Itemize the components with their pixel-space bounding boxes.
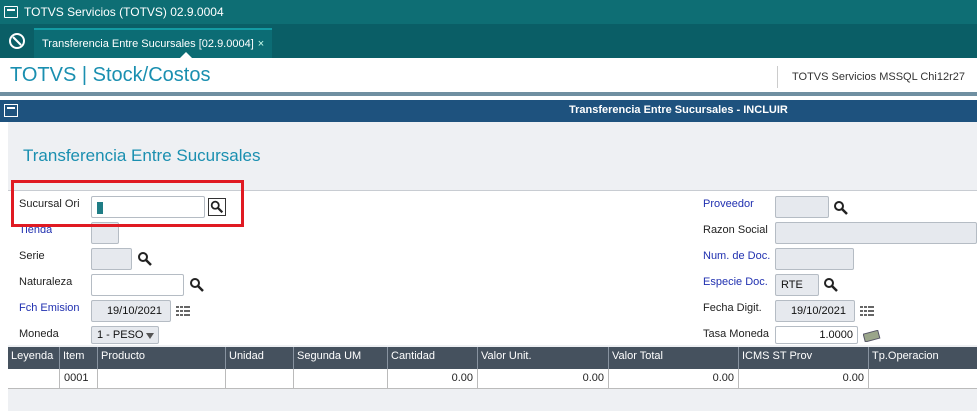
serie-input[interactable] — [91, 248, 132, 270]
server-info: TOTVS Servicios MSSQL Chi12r27 — [777, 66, 977, 88]
cell-segunda-um[interactable] — [294, 369, 388, 389]
table-row[interactable]: 0001 0.00 0.00 0.00 0.00 — [8, 369, 977, 389]
tasa-moneda-label: Tasa Moneda — [703, 328, 770, 340]
col-valor-unit[interactable]: Valor Unit. — [478, 347, 609, 369]
fch-emision-label: Fch Emision — [19, 302, 80, 314]
especie-doc-input[interactable]: RTE — [775, 274, 819, 296]
tab-bar: Transferencia Entre Sucursales [02.9.000… — [0, 24, 977, 58]
proveedor-search-icon[interactable] — [833, 200, 849, 216]
module-header: TOTVS | Stock/Costos TOTVS Servicios MSS… — [0, 58, 977, 96]
close-tab-icon[interactable]: × — [258, 38, 264, 50]
cell-icms-st-prov[interactable]: 0.00 — [739, 369, 869, 389]
serie-search-icon[interactable] — [137, 251, 153, 267]
serie-label: Serie — [19, 250, 45, 262]
razon-social-label: Razon Social — [703, 224, 768, 236]
col-tp-operacion[interactable]: Tp.Operacion — [869, 347, 977, 369]
fecha-digit-label: Fecha Digit. — [703, 302, 762, 314]
tasa-moneda-input[interactable]: 1.0000 — [775, 326, 858, 344]
highlight-box — [11, 180, 244, 227]
cell-leyenda — [8, 369, 60, 389]
col-leyenda[interactable]: Leyenda — [8, 347, 60, 369]
cell-tp-operacion[interactable] — [869, 369, 977, 389]
cell-producto[interactable] — [98, 369, 226, 389]
cell-valor-unit[interactable]: 0.00 — [478, 369, 609, 389]
title-bar: TOTVS Servicios (TOTVS) 02.9.0004 — [0, 0, 977, 24]
cell-item: 0001 — [60, 369, 98, 389]
cell-valor-total[interactable]: 0.00 — [609, 369, 739, 389]
fecha-digit-calendar-icon[interactable] — [860, 306, 874, 318]
especie-doc-label: Especie Doc. — [703, 276, 768, 288]
col-segunda-um[interactable]: Segunda UM — [294, 347, 388, 369]
cell-unidad[interactable] — [226, 369, 294, 389]
naturaleza-search-icon[interactable] — [189, 277, 205, 293]
col-producto[interactable]: Producto — [98, 347, 226, 369]
razon-social-input[interactable] — [775, 222, 977, 244]
naturaleza-input[interactable] — [91, 274, 184, 296]
naturaleza-label: Naturaleza — [19, 276, 73, 288]
cell-cantidad[interactable]: 0.00 — [388, 369, 478, 389]
form-window-title: Transferencia Entre Sucursales - INCLUIR — [569, 104, 788, 116]
fch-emision-calendar-icon[interactable] — [176, 306, 190, 318]
chevron-down-icon[interactable] — [146, 333, 154, 339]
col-valor-total[interactable]: Valor Total — [609, 347, 739, 369]
moneda-label: Moneda — [19, 328, 59, 340]
col-icms-st-prov[interactable]: ICMS ST Prov — [739, 347, 869, 369]
home-icon[interactable] — [8, 32, 26, 50]
tab-transferencia[interactable]: Transferencia Entre Sucursales [02.9.000… — [34, 28, 272, 58]
num-doc-input[interactable] — [775, 248, 854, 270]
module-name: TOTVS | Stock/Costos — [10, 64, 211, 86]
proveedor-input[interactable] — [775, 196, 829, 218]
proveedor-label: Proveedor — [703, 198, 754, 210]
moneda-selected: 1 - PESO — [97, 329, 144, 341]
window-title: TOTVS Servicios (TOTVS) 02.9.0004 — [24, 5, 224, 19]
num-doc-label: Num. de Doc. — [703, 250, 771, 262]
col-unidad[interactable]: Unidad — [226, 347, 294, 369]
money-icon[interactable] — [863, 330, 881, 342]
fecha-digit-input[interactable]: 19/10/2021 — [775, 300, 855, 322]
moneda-select[interactable]: 1 - PESO — [91, 326, 159, 344]
app-window: TOTVS Servicios (TOTVS) 02.9.0004 Transf… — [0, 0, 977, 411]
window-icon — [4, 6, 18, 18]
col-item[interactable]: Item — [60, 347, 98, 369]
especie-doc-search-icon[interactable] — [823, 277, 839, 293]
grid-header: Leyenda Item Producto Unidad Segunda UM … — [8, 347, 977, 369]
fch-emision-input[interactable]: 19/10/2021 — [91, 300, 171, 322]
tab-label: Transferencia Entre Sucursales [02.9.000… — [42, 38, 254, 50]
form-window-icon[interactable] — [4, 104, 18, 117]
form-window-header: Transferencia Entre Sucursales - INCLUIR — [0, 100, 977, 122]
col-cantidad[interactable]: Cantidad — [388, 347, 478, 369]
form-title: Transferencia Entre Sucursales — [23, 146, 261, 165]
grid-empty-area — [8, 390, 977, 410]
